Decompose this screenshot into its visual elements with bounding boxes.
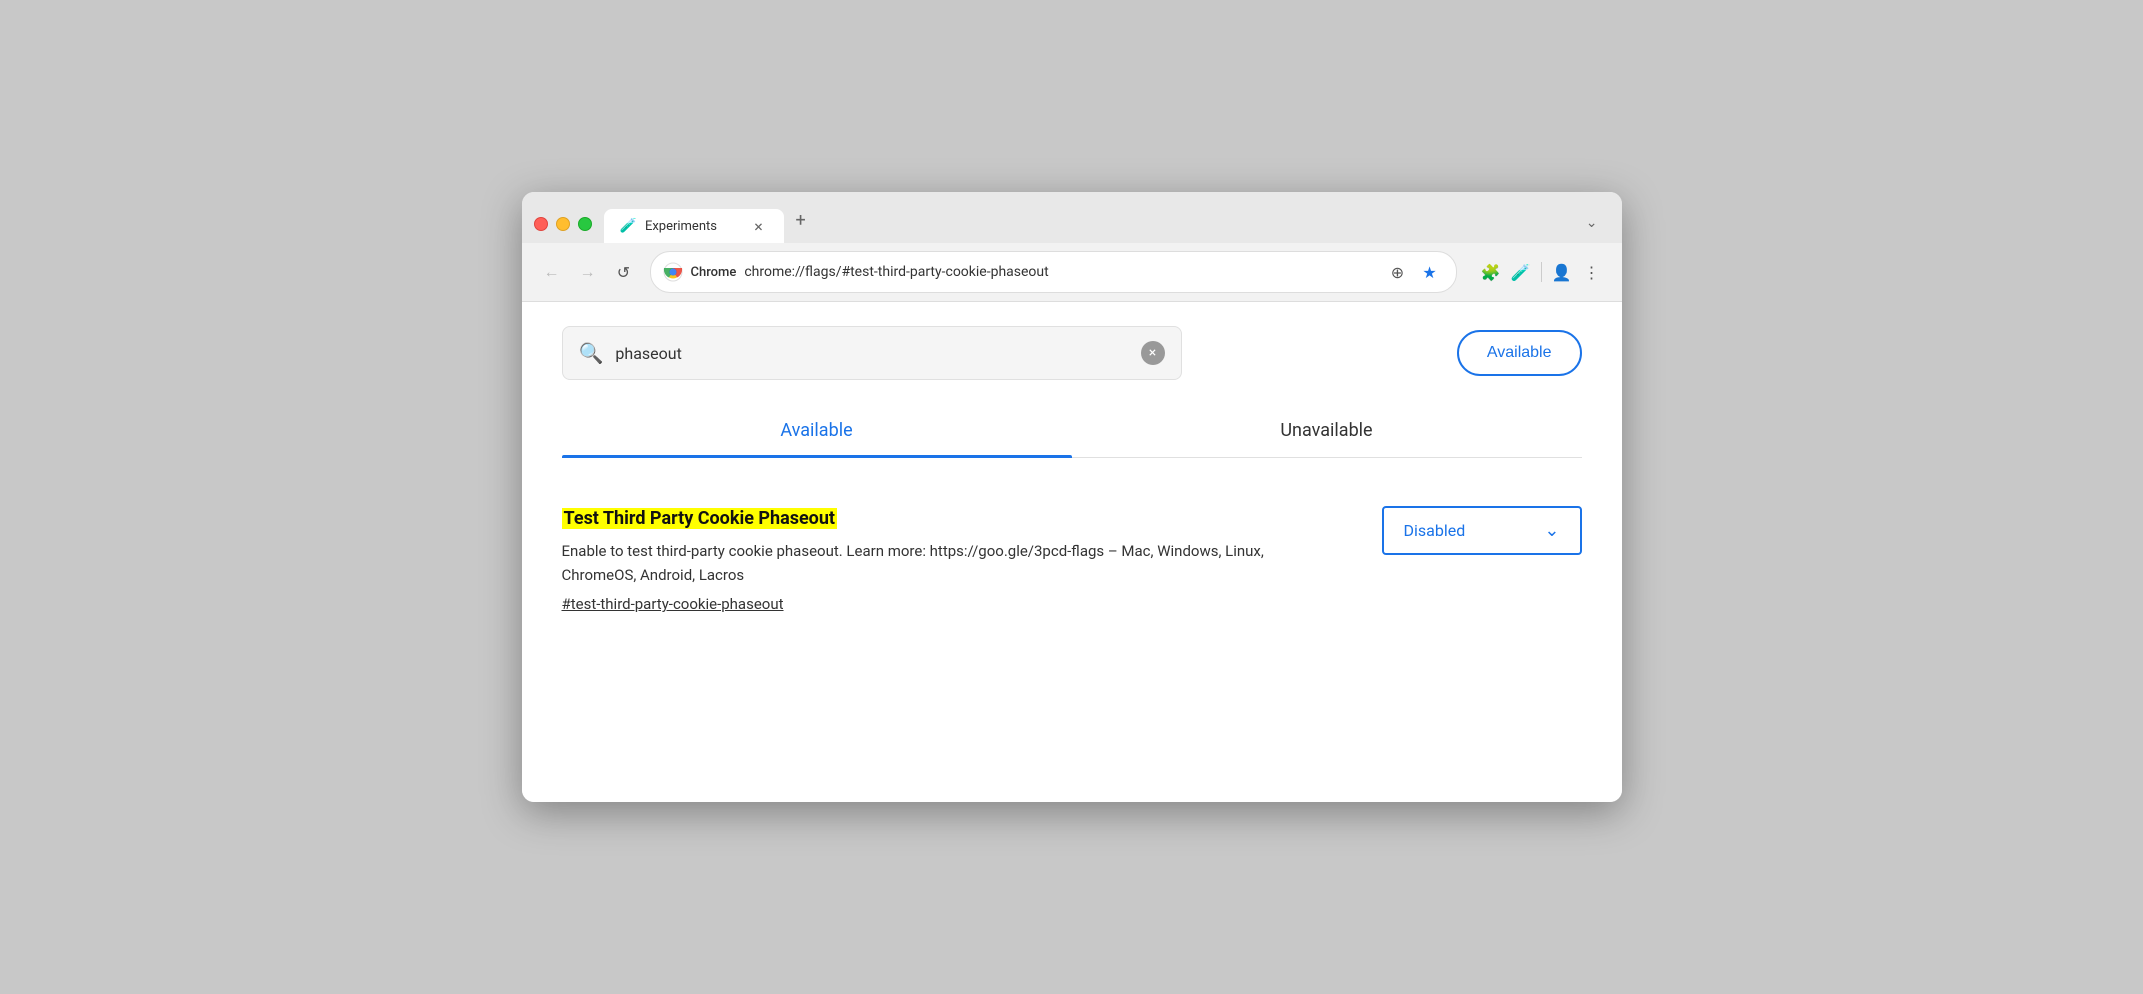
search-box[interactable]: 🔍 phaseout × (562, 326, 1182, 380)
flag-control: Disabled ⌄ (1382, 506, 1582, 555)
close-window-button[interactable] (534, 217, 548, 231)
flag-anchor-link[interactable]: #test-third-party-cookie-phaseout (562, 595, 1342, 613)
bookmark-icon[interactable]: ★ (1416, 258, 1444, 286)
address-bar: ← → ↺ Chrome chrome://flags/#test-third-… (522, 243, 1622, 302)
tab-label: Experiments (645, 219, 742, 234)
url-bar[interactable]: Chrome chrome://flags/#test-third-party-… (650, 251, 1457, 293)
search-icon: 🔍 (579, 341, 604, 365)
url-actions: ⊕ ★ (1384, 258, 1444, 286)
forward-button[interactable]: → (574, 258, 602, 286)
flag-title: Test Third Party Cookie Phaseout (562, 508, 838, 529)
title-bar: 🧪 Experiments × + ⌄ (522, 192, 1622, 243)
tab-list-button[interactable]: ⌄ (1574, 207, 1610, 243)
tab-unavailable[interactable]: Unavailable (1072, 404, 1582, 457)
minimize-window-button[interactable] (556, 217, 570, 231)
flag-select-dropdown[interactable]: Disabled ⌄ (1382, 506, 1582, 555)
tab-bar: 🧪 Experiments × + ⌄ (604, 202, 1610, 243)
search-clear-button[interactable]: × (1141, 341, 1165, 365)
search-input[interactable]: phaseout (615, 344, 1128, 363)
chevron-down-icon: ⌄ (1544, 520, 1559, 541)
flag-info: Test Third Party Cookie Phaseout Enable … (562, 506, 1342, 613)
zoom-icon[interactable]: ⊕ (1384, 258, 1412, 286)
browser-window: 🧪 Experiments × + ⌄ ← → ↺ Chrome chrome:… (522, 192, 1622, 802)
experiments-icon[interactable]: 🧪 (1507, 258, 1535, 286)
toolbar-actions: 🧩 🧪 👤 ⋮ (1477, 258, 1606, 286)
new-tab-button[interactable]: + (784, 202, 818, 243)
tab-icon: 🧪 (620, 218, 637, 234)
back-button[interactable]: ← (538, 258, 566, 286)
chrome-logo-icon (663, 262, 683, 282)
extensions-icon[interactable]: 🧩 (1477, 258, 1505, 286)
toolbar-divider (1541, 262, 1542, 282)
url-origin-label: Chrome (691, 265, 737, 280)
flag-list: Test Third Party Cookie Phaseout Enable … (562, 458, 1582, 661)
flag-select-value: Disabled (1404, 521, 1466, 540)
traffic-lights (534, 217, 592, 243)
refresh-button[interactable]: ↺ (610, 258, 638, 286)
flag-description: Enable to test third-party cookie phaseo… (562, 539, 1282, 587)
page-content: 🔍 phaseout × Available Available Unavail… (522, 302, 1622, 802)
menu-icon[interactable]: ⋮ (1578, 258, 1606, 286)
search-area: 🔍 phaseout × Available (562, 326, 1582, 380)
active-tab[interactable]: 🧪 Experiments × (604, 209, 784, 243)
flag-tabs: Available Unavailable (562, 404, 1582, 458)
tab-available[interactable]: Available (562, 404, 1072, 457)
tab-close-button[interactable]: × (750, 217, 768, 235)
flag-item: Test Third Party Cookie Phaseout Enable … (562, 490, 1582, 629)
reset-all-button[interactable]: Available (1457, 330, 1582, 376)
profile-icon[interactable]: 👤 (1548, 258, 1576, 286)
maximize-window-button[interactable] (578, 217, 592, 231)
url-text: chrome://flags/#test-third-party-cookie-… (744, 264, 1375, 280)
